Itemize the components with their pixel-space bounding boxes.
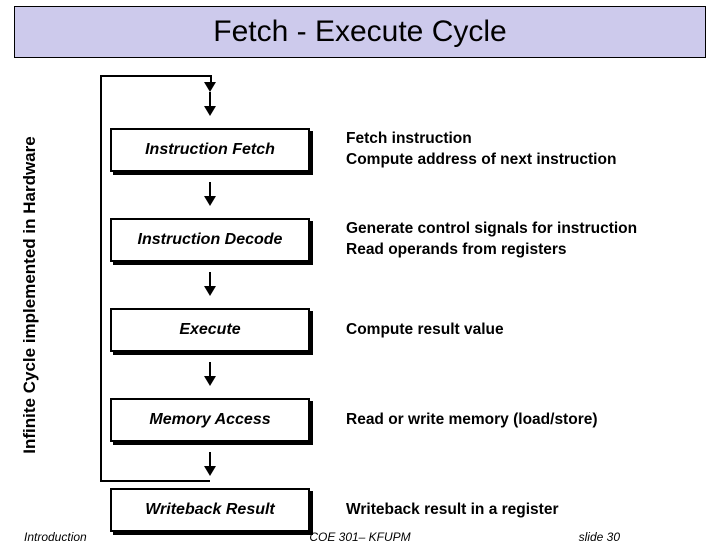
stage-desc-memory: Read or write memory (load/store): [346, 410, 690, 431]
stage-box-decode: Instruction Decode: [110, 218, 310, 262]
stage-fetch: Instruction Fetch Fetch instructionCompu…: [110, 126, 690, 174]
slide-title: Fetch - Execute Cycle: [213, 15, 506, 49]
stage-box-execute: Execute: [110, 308, 310, 352]
arrow-into-fetch: [110, 92, 310, 122]
stage-box-writeback: Writeback Result: [110, 488, 310, 532]
stages-column: Instruction Fetch Fetch instructionCompu…: [110, 92, 690, 542]
stage-desc-writeback: Writeback result in a register: [346, 500, 690, 521]
stage-box-fetch: Instruction Fetch: [110, 128, 310, 172]
arrow-fetch-decode: [110, 182, 310, 212]
stage-desc-decode: Generate control signals for instruction…: [346, 219, 690, 261]
stage-desc-execute: Compute result value: [346, 320, 690, 341]
arrow-decode-execute: [110, 272, 310, 302]
stage-writeback: Writeback Result Writeback result in a r…: [110, 486, 690, 534]
footer-center: COE 301– KFUPM: [309, 530, 410, 544]
stage-box-memory: Memory Access: [110, 398, 310, 442]
stage-memory: Memory Access Read or write memory (load…: [110, 396, 690, 444]
slide-title-bar: Fetch - Execute Cycle: [14, 6, 706, 58]
footer-left: Introduction: [24, 530, 87, 544]
footer-right: slide 30: [579, 530, 620, 544]
arrow-memory-writeback: [110, 452, 310, 482]
stage-desc-fetch: Fetch instructionCompute address of next…: [346, 129, 690, 171]
stage-decode: Instruction Decode Generate control sign…: [110, 216, 690, 264]
arrow-execute-memory: [110, 362, 310, 392]
stage-execute: Execute Compute result value: [110, 306, 690, 354]
cycle-label: Infinite Cycle implemented in Hardware: [20, 136, 40, 453]
